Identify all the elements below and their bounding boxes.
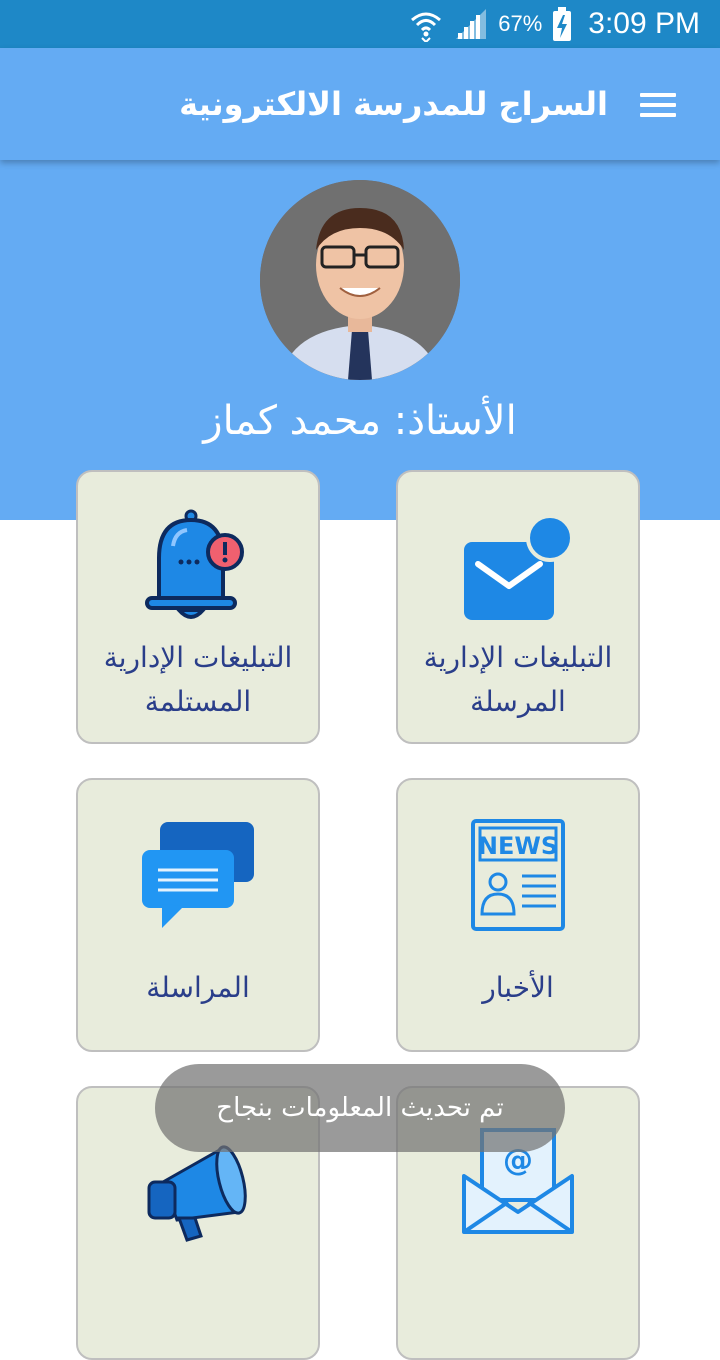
battery-charging-icon: [553, 7, 572, 41]
news-icon-text: NEWS: [478, 832, 558, 860]
teacher-name: الأستاذ: محمد كماز: [203, 398, 517, 444]
status-bar: 67% 3:09 PM: [0, 0, 720, 48]
card-label: التبليغات الإدارية: [103, 641, 293, 674]
news-card[interactable]: NEWS الأخبار: [396, 778, 640, 1052]
wifi-icon: [411, 12, 442, 42]
battery-percent: 67%: [498, 11, 543, 36]
news-icon: NEWS: [471, 819, 565, 931]
signal-icon: [456, 9, 487, 39]
app-bar: السراج للمدرسة الالكترونية: [0, 48, 720, 160]
avatar: [260, 180, 460, 380]
chat-bubbles-icon: [142, 822, 254, 928]
menu-icon[interactable]: [640, 88, 680, 120]
toast-message: تم تحديث المعلومات بنجاح: [155, 1064, 565, 1152]
received-notifications-card[interactable]: التبليغات الإدارية المستلمة: [76, 470, 320, 744]
mail-notification-icon: [464, 514, 574, 620]
card-label-line2: المستلمة: [144, 685, 252, 718]
app-title: السراج للمدرسة الالكترونية: [179, 85, 608, 123]
status-indicators: 67% 3:09 PM: [408, 0, 700, 48]
sent-notifications-card[interactable]: التبليغات الإدارية المرسلة: [396, 470, 640, 744]
profile-header: الأستاذ: محمد كماز: [0, 160, 720, 520]
card-label-line2: المرسلة: [470, 685, 566, 718]
bell-alert-icon: [145, 509, 244, 619]
clock: 3:09 PM: [588, 7, 700, 40]
card-label: المراسلة: [146, 971, 250, 1004]
card-label: التبليغات الإدارية: [423, 641, 613, 674]
messaging-card[interactable]: المراسلة: [76, 778, 320, 1052]
card-label: الأخبار: [482, 971, 554, 1004]
